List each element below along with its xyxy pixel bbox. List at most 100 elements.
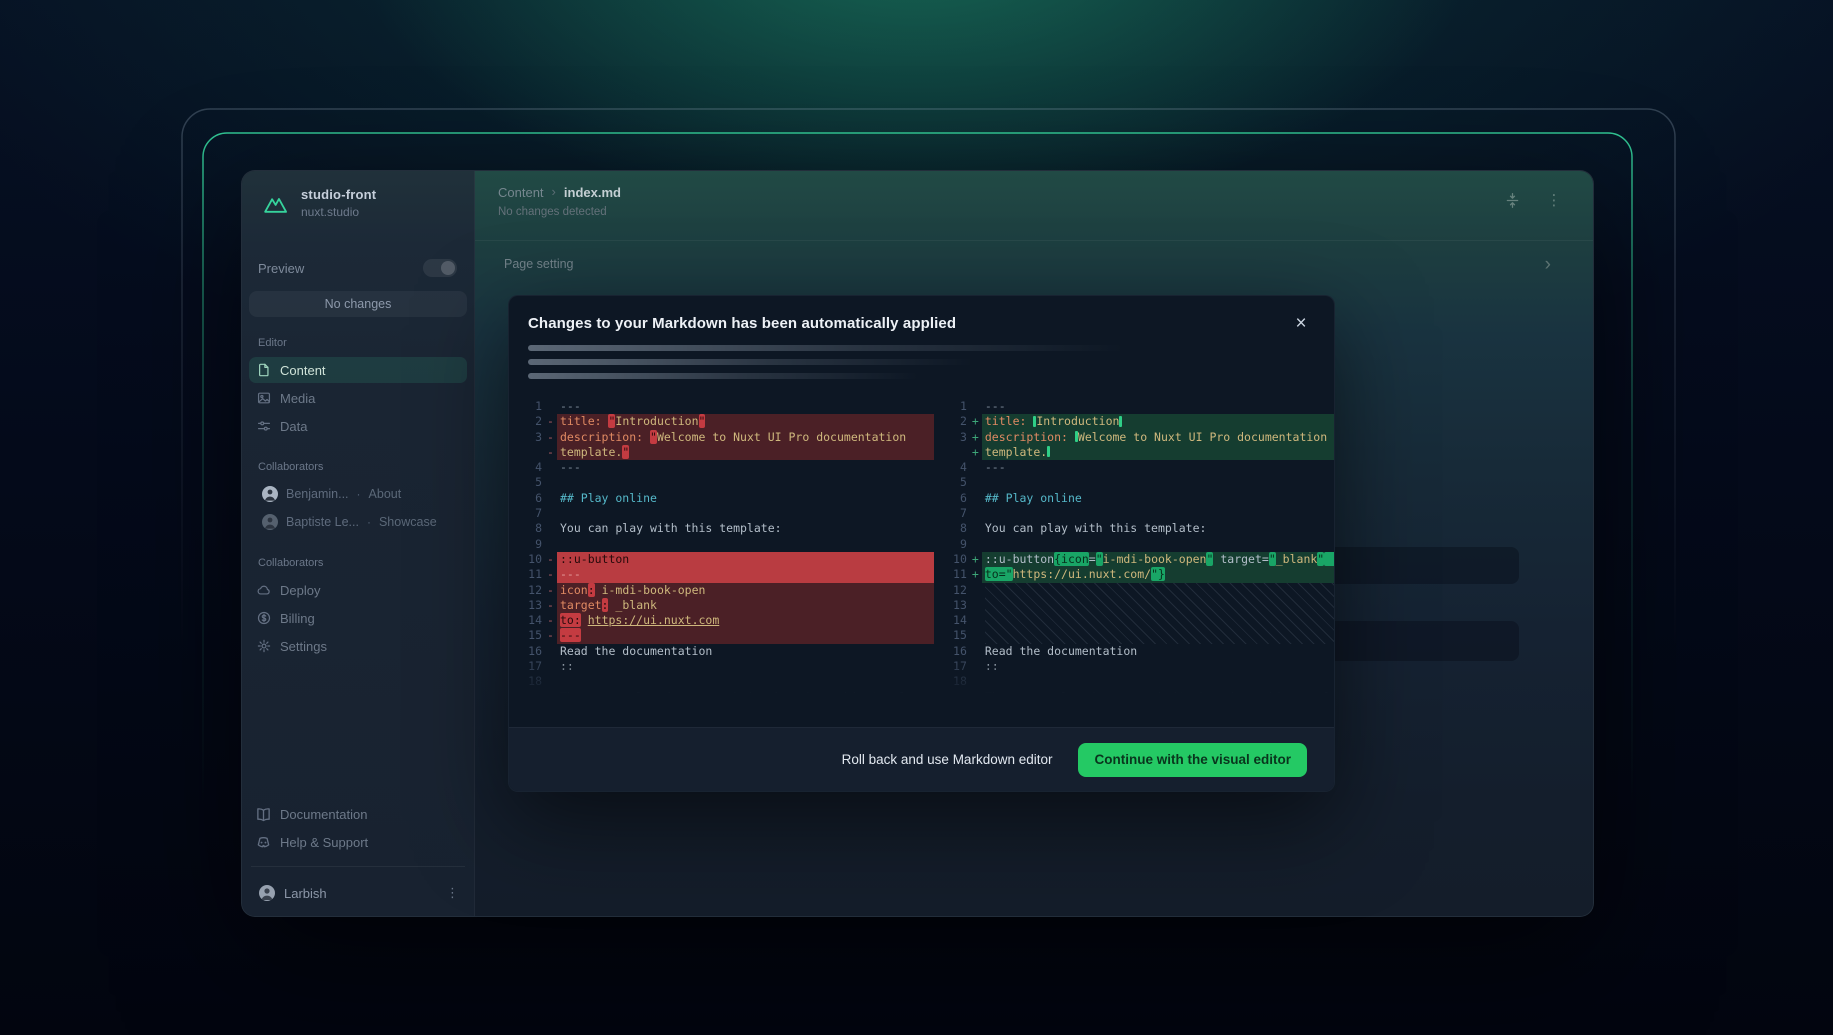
modal-footer: Roll back and use Markdown editor Contin… [509, 727, 1334, 791]
diff-code: template." [557, 445, 934, 460]
sidebar-item-settings[interactable]: Settings [249, 633, 467, 659]
diff-line: -template." [523, 445, 934, 460]
line-number: 1 [948, 399, 969, 414]
diff-marker [969, 460, 982, 475]
kebab-icon[interactable]: ⋮ [446, 885, 459, 901]
line-number: 12 [523, 583, 544, 598]
diff-marker [969, 506, 982, 521]
diff-marker [969, 628, 982, 643]
line-number [523, 445, 544, 460]
diff-code: --- [982, 460, 1334, 475]
diff-line: 16Read the documentation [523, 644, 934, 659]
diff-marker [544, 475, 557, 490]
line-number: 2 [523, 414, 544, 429]
diff-line: 8You can play with this template: [523, 521, 934, 536]
line-number: 5 [948, 475, 969, 490]
diff-line: 9 [948, 537, 1334, 552]
sidebar-item-help-support[interactable]: Help & Support [249, 829, 467, 855]
line-number: 5 [523, 475, 544, 490]
breadcrumb-file[interactable]: index.md [564, 185, 621, 200]
line-number: 8 [948, 521, 969, 536]
diff-code [982, 506, 1334, 521]
collaborator-row[interactable]: Benjamin...·About [249, 481, 467, 507]
sidebar-item-label: Content [280, 363, 326, 378]
blurred-description [528, 345, 1314, 379]
diff-marker [969, 537, 982, 552]
sidebar-item-documentation[interactable]: Documentation [249, 801, 467, 827]
diff-code: title: Introduction [982, 414, 1334, 429]
close-icon[interactable]: × [1290, 313, 1312, 335]
diff-marker: - [544, 598, 557, 613]
sidebar-item-data[interactable]: Data [249, 413, 467, 439]
kebab-icon[interactable]: ⋮ [1545, 191, 1563, 209]
line-number: 17 [948, 659, 969, 674]
diff-code: Read the documentation [982, 644, 1334, 659]
line-number: 12 [948, 583, 969, 598]
sliders-icon [256, 419, 271, 434]
line-number: 11 [948, 567, 969, 582]
diff-line: 17:: [948, 659, 1334, 674]
diff-marker [544, 521, 557, 536]
diff-marker [544, 644, 557, 659]
diff-marker: + [969, 445, 982, 460]
project-header[interactable]: studio-front nuxt.studio [249, 185, 467, 219]
sidebar-item-content[interactable]: Content [249, 357, 467, 383]
collapse-vertical-icon[interactable] [1503, 191, 1521, 209]
diff-code [557, 674, 934, 689]
rollback-button[interactable]: Roll back and use Markdown editor [842, 752, 1053, 767]
breadcrumb-section[interactable]: Content [498, 185, 544, 200]
cloud-icon [256, 583, 271, 598]
sidebar-item-label: Data [280, 419, 307, 434]
page-setting-row[interactable]: Page setting › [475, 241, 1593, 287]
collaborator-name: Benjamin... [286, 487, 349, 501]
diff-code: description: Welcome to Nuxt UI Pro docu… [982, 430, 1334, 445]
diff-marker: - [544, 552, 557, 567]
diff-marker [544, 460, 557, 475]
diff-line: 10+::u-button{icon="i-mdi-book-open" tar… [948, 552, 1334, 567]
diff-marker [969, 521, 982, 536]
collaborators-list: Benjamin...·AboutBaptiste Le...·Showcase [249, 479, 467, 537]
diff-code: to="https://ui.nuxt.com/"} [982, 567, 1334, 582]
no-changes-button[interactable]: No changes [249, 291, 467, 317]
line-number: 8 [523, 521, 544, 536]
sidebar-item-label: Media [280, 391, 315, 406]
preview-label: Preview [258, 261, 304, 276]
diff-marker [544, 690, 557, 697]
sidebar-item-deploy[interactable]: Deploy [249, 577, 467, 603]
line-number: 18 [948, 674, 969, 689]
diff-marker [969, 644, 982, 659]
diff-code: --- [557, 399, 934, 414]
project-name: studio-front [301, 187, 376, 202]
user-row[interactable]: Larbish ⋮ [249, 876, 467, 910]
diff-code: :: [557, 659, 934, 674]
diff-code: --- [557, 460, 934, 475]
collaborator-row[interactable]: Baptiste Le...·Showcase [249, 509, 467, 535]
line-number [948, 445, 969, 460]
sidebar-item-label: Settings [280, 639, 327, 654]
dollar-icon [256, 611, 271, 626]
line-number: 3 [523, 430, 544, 445]
sidebar-item-billing[interactable]: Billing [249, 605, 467, 631]
diff-marker [544, 674, 557, 689]
continue-visual-editor-button[interactable]: Continue with the visual editor [1078, 743, 1307, 777]
project-menu: Deploy Billing Settings [249, 575, 467, 661]
line-number: 10 [523, 552, 544, 567]
preview-toggle[interactable] [423, 259, 457, 277]
diff-line: 11+to="https://ui.nuxt.com/"} [948, 567, 1334, 582]
toggle-knob [441, 261, 455, 275]
diff-code: target: _blank [557, 598, 934, 613]
line-number: 7 [523, 506, 544, 521]
diff-line: 2-title: "Introduction" [523, 414, 934, 429]
sidebar-item-media[interactable]: Media [249, 385, 467, 411]
diff-code [982, 537, 1334, 552]
diff-code: --- [557, 628, 934, 643]
diff-marker [544, 537, 557, 552]
section-label-collaborators: Collaborators [249, 461, 467, 473]
diff-marker [969, 659, 982, 674]
sidebar-item-label: Deploy [280, 583, 320, 598]
line-number: 1 [523, 399, 544, 414]
diff-marker: - [544, 613, 557, 628]
line-number: 14 [948, 613, 969, 628]
diff-pane-old: 1---2-title: "Introduction"3-description… [523, 399, 934, 697]
diff-line: 18 [523, 674, 934, 689]
